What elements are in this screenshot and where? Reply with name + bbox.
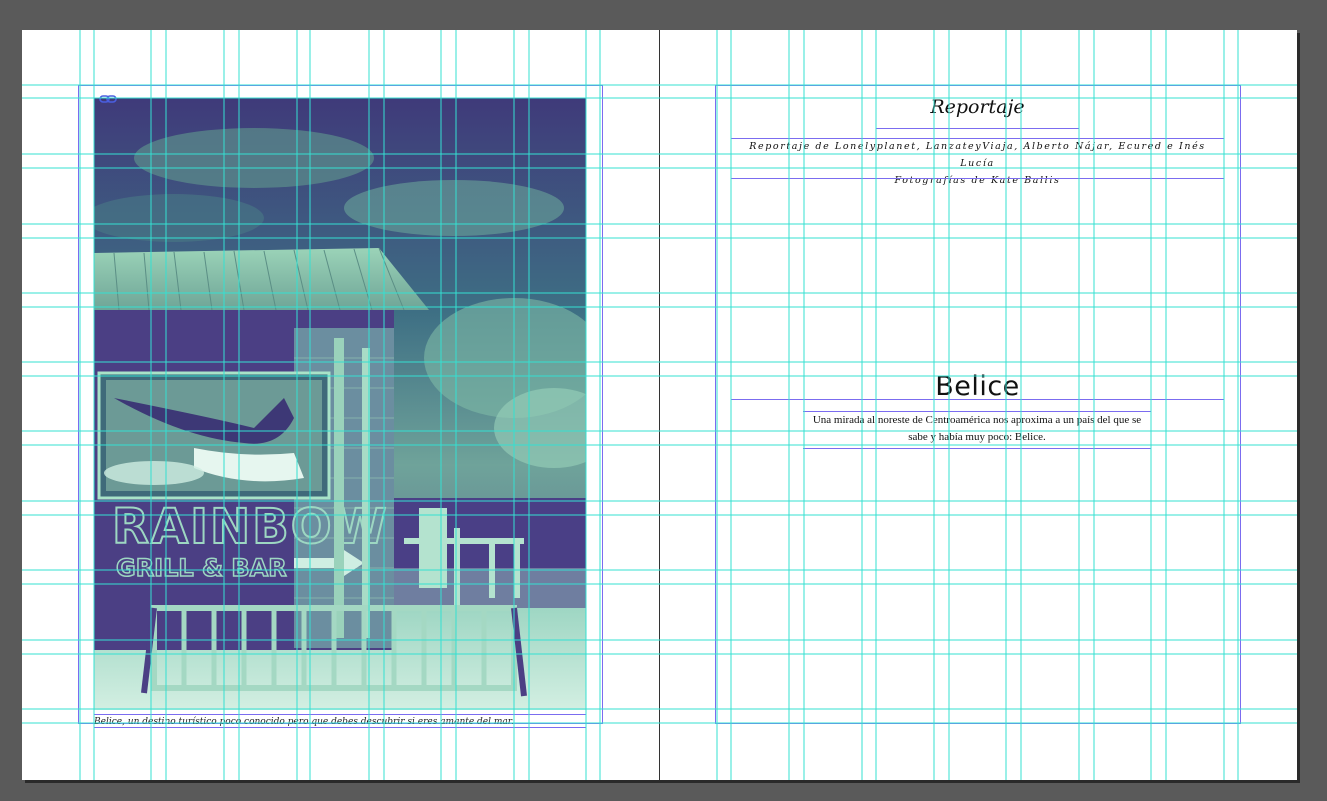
photo-frame[interactable]: RAINBOW GRILL & BAR	[94, 98, 586, 710]
title-frame-bottom	[876, 128, 1079, 129]
credits-line-authors: Reportaje de Lonelyplanet, LanzateyViaja…	[749, 141, 1206, 169]
credits-text-frame[interactable]: Reportaje de Lonelyplanet, LanzateyViaja…	[731, 138, 1224, 186]
credits-line-photos: Fotografías de Kate Ballis	[894, 175, 1061, 186]
headline[interactable]: Belice	[731, 371, 1224, 402]
headline-frame-bottom	[731, 399, 1224, 400]
subhead-frame-top	[803, 411, 1151, 412]
belize-bar-photo: RAINBOW GRILL & BAR	[94, 98, 586, 710]
link-icon[interactable]	[99, 94, 117, 104]
sign-text-grill-bar: GRILL & BAR	[116, 554, 287, 582]
subhead-text[interactable]: Una mirada al noreste de Centroamérica n…	[803, 412, 1151, 448]
page-spine	[659, 30, 660, 780]
subhead-frame-bottom	[803, 448, 1151, 449]
sign-text-rainbow: RAINBOW	[112, 499, 388, 555]
credits-frame-top	[731, 138, 1224, 139]
section-title[interactable]: Reportaje	[876, 94, 1079, 128]
credits-frame-bottom	[731, 178, 1224, 179]
photo-caption[interactable]: Belice, un destino turístico poco conoci…	[94, 714, 586, 728]
